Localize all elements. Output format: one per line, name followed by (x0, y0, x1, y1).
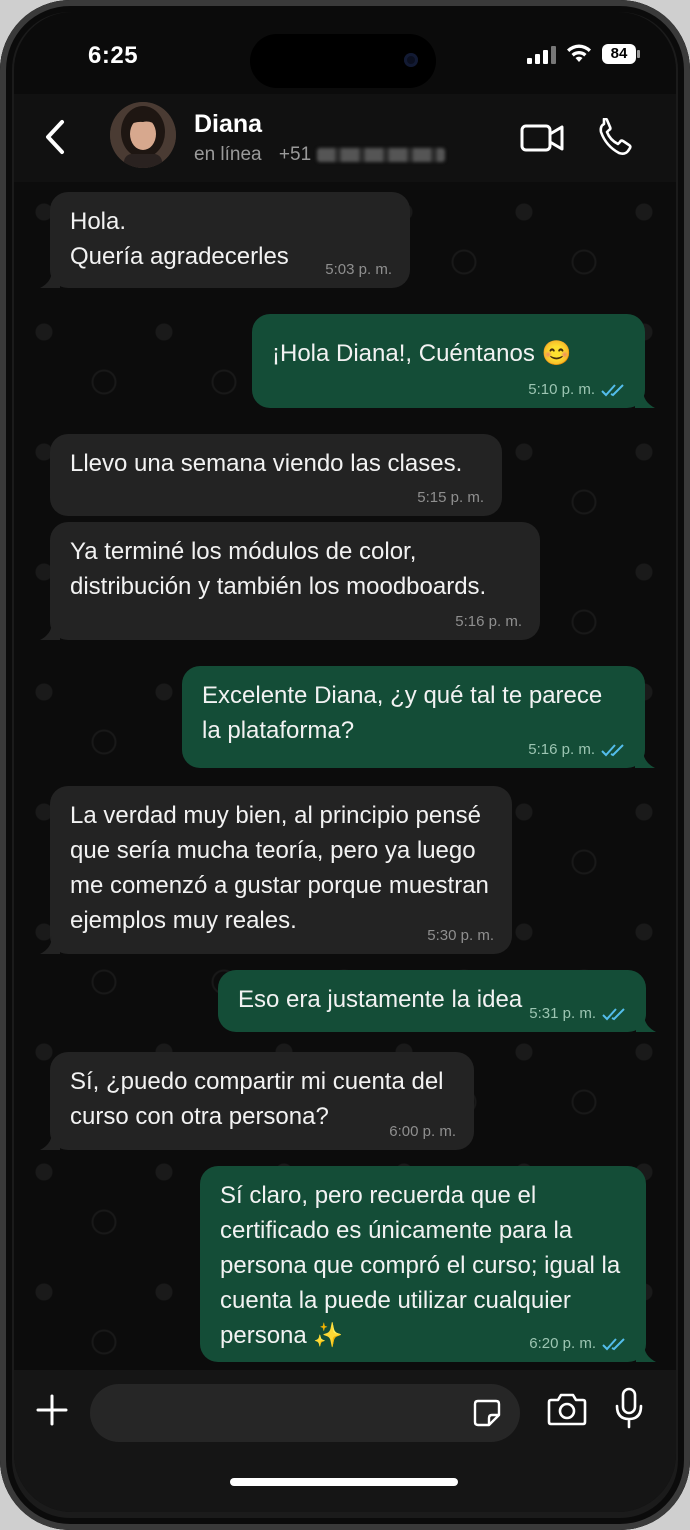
message-time: 5:30 p. m. (427, 927, 494, 944)
message-bubble-incoming[interactable]: Ya terminé los módulos de color, distrib… (40, 522, 540, 640)
chat-header: Diana en línea +51 (14, 94, 676, 182)
message-text: La verdad muy bien, al principio pensé q… (70, 802, 489, 934)
phone-icon[interactable] (594, 118, 644, 158)
double-check-icon (601, 743, 624, 756)
message-time: 5:10 p. m. (528, 381, 595, 398)
double-check-icon (602, 1337, 625, 1350)
cellular-signal-icon (527, 44, 556, 64)
phone-prefix: +51 (278, 144, 312, 165)
home-indicator[interactable] (230, 1478, 458, 1486)
message-meta: 5:31 p. m. (529, 1005, 628, 1022)
message-meta: 6:00 p. m. (389, 1123, 456, 1140)
bubble-tail (40, 622, 60, 640)
message-bubble-outgoing[interactable]: Sí claro, pero recuerda que el certifica… (200, 1166, 656, 1362)
microphone-icon[interactable] (612, 1386, 646, 1430)
message-meta: 5:30 p. m. (427, 927, 494, 944)
double-check-icon (601, 383, 624, 396)
camera-icon[interactable] (546, 1390, 588, 1428)
bubble-tail (636, 1014, 656, 1032)
message-meta: 5:15 p. m. (417, 489, 484, 506)
bubble-tail (40, 936, 60, 954)
plus-icon[interactable] (34, 1392, 70, 1428)
bubble-tail (635, 390, 655, 408)
status-time: 6:25 (88, 42, 139, 69)
message-list[interactable]: Hola. Quería agradecerles 5:03 p. m. ¡Ho… (14, 182, 676, 1370)
message-meta: 5:16 p. m. (455, 613, 522, 630)
message-bubble-incoming[interactable]: Hola. Quería agradecerles 5:03 p. m. (40, 192, 410, 288)
message-bubble-incoming[interactable]: La verdad muy bien, al principio pensé q… (40, 786, 512, 954)
message-bubble-incoming[interactable]: Llevo una semana viendo las clases. 5:15… (50, 434, 502, 516)
phone-frame: 6:25 84 Diana en línea +51 Hola. Quería … (0, 0, 690, 1530)
message-bubble-incoming[interactable]: Sí, ¿puedo compartir mi cuenta del curso… (40, 1052, 474, 1150)
message-bubble-outgoing[interactable]: Eso era justamente la idea 5:31 p. m. (218, 970, 656, 1032)
message-time: 6:00 p. m. (389, 1123, 456, 1140)
presence-status: en línea (194, 144, 262, 165)
video-camera-icon[interactable] (518, 118, 568, 158)
avatar[interactable] (110, 102, 176, 168)
message-time: 6:20 p. m. (529, 1335, 596, 1352)
battery-indicator: 84 (602, 44, 640, 64)
message-meta: 5:03 p. m. (325, 261, 392, 278)
message-bubble-outgoing[interactable]: Excelente Diana, ¿y qué tal te parece la… (182, 666, 655, 768)
bubble-tail (40, 270, 60, 288)
contact-status: en línea +51 (194, 144, 446, 166)
contact-name[interactable]: Diana (194, 110, 262, 139)
message-text: Excelente Diana, ¿y qué tal te parece la… (202, 682, 603, 744)
redacted-phone-number (317, 147, 446, 162)
message-composer (14, 1370, 676, 1512)
message-text: Ya terminé los módulos de color, distrib… (70, 538, 487, 600)
message-meta: 5:10 p. m. (528, 381, 627, 398)
screen: 6:25 84 Diana en línea +51 Hola. Quería … (14, 12, 676, 1512)
message-input[interactable] (90, 1384, 520, 1442)
message-bubble-outgoing[interactable]: ¡Hola Diana!, Cuéntanos 😊 5:10 p. m. (252, 314, 655, 408)
message-text: Llevo una semana viendo las clases. (70, 450, 463, 477)
bubble-tail (636, 1344, 656, 1362)
bubble-tail (40, 1132, 60, 1150)
message-time: 5:15 p. m. (417, 489, 484, 506)
sticker-icon[interactable] (472, 1398, 502, 1428)
message-time: 5:16 p. m. (528, 741, 595, 758)
message-time: 5:31 p. m. (529, 1005, 596, 1022)
double-check-icon (602, 1007, 625, 1020)
message-time: 5:03 p. m. (325, 261, 392, 278)
chevron-left-icon[interactable] (36, 112, 76, 162)
wifi-icon (567, 44, 591, 62)
message-text: ¡Hola Diana!, Cuéntanos 😊 (272, 340, 572, 367)
bubble-tail (635, 750, 655, 768)
message-text: Sí claro, pero recuerda que el certifica… (220, 1182, 621, 1349)
front-camera-icon (404, 53, 418, 67)
status-indicators: 84 (527, 44, 640, 64)
message-time: 5:16 p. m. (455, 613, 522, 630)
dynamic-island (250, 34, 436, 88)
message-meta: 5:16 p. m. (528, 741, 627, 758)
message-meta: 6:20 p. m. (529, 1335, 628, 1352)
